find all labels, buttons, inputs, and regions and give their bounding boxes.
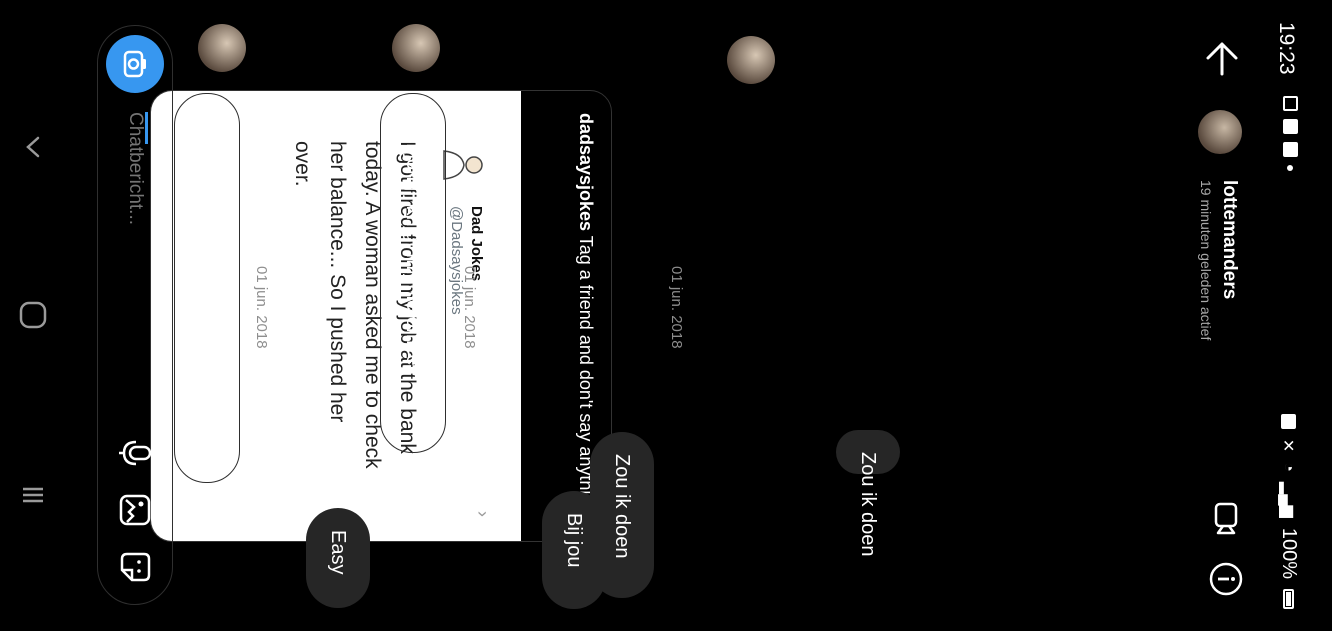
back-nav-icon[interactable] <box>13 132 48 162</box>
more-notifications-dot <box>1287 165 1294 171</box>
status-time: 19:23 <box>1275 22 1298 75</box>
navigation-bar <box>0 0 62 631</box>
notification-icon <box>1283 96 1298 111</box>
message-bubble[interactable]: Achjoh jij krijgt mij nie omver <box>380 93 446 453</box>
back-arrow-icon[interactable] <box>1202 38 1242 78</box>
notification-icon <box>1283 119 1298 134</box>
video-call-icon[interactable] <box>1206 498 1246 538</box>
signal-icon: ▂▄▆ <box>1279 481 1297 518</box>
microphone-icon[interactable] <box>116 434 154 472</box>
chat-username[interactable]: lottemanders <box>1218 180 1240 299</box>
chevron-icon: › <box>473 511 493 517</box>
recents-nav-icon[interactable] <box>13 480 48 510</box>
my-message-bubble[interactable]: Easy <box>306 508 370 608</box>
wifi-icon: ◔ <box>1280 462 1298 472</box>
message-bubble[interactable]: IK ZAT VROEGER ONDER JUDO <box>174 93 240 483</box>
message-timestamp: 01 jun. 2018 <box>668 266 685 349</box>
tweet-avatar <box>442 141 486 189</box>
my-message-bubble[interactable]: Bij jou <box>542 491 606 609</box>
avatar <box>392 24 440 72</box>
gallery-icon[interactable] <box>116 491 154 529</box>
message-composer[interactable] <box>97 25 173 605</box>
notification-icons <box>1283 96 1298 171</box>
home-nav-icon[interactable] <box>13 300 48 330</box>
activity-status: 19 minuten geleden actief <box>1198 180 1214 341</box>
info-icon[interactable] <box>1206 559 1246 599</box>
message-timestamp: 01 jun. 2018 <box>253 266 270 349</box>
avatar[interactable] <box>1198 110 1242 154</box>
mute-icon: ✕ <box>1279 438 1297 453</box>
camera-icon[interactable] <box>106 35 164 93</box>
status-bar: 19:23 ✕ ◔ ▂▄▆ 100% <box>1272 0 1332 631</box>
notification-icon <box>1283 142 1298 157</box>
battery-icon <box>1283 589 1294 609</box>
sticker-icon[interactable] <box>116 548 154 586</box>
my-message-bubble[interactable]: Zou ik doen <box>836 430 900 557</box>
avatar <box>727 36 775 84</box>
avatar <box>198 24 246 72</box>
chat-message-input[interactable] <box>124 112 146 352</box>
nfc-icon <box>1281 413 1296 429</box>
message-timestamp: 01 jun. 2018 <box>461 266 478 349</box>
app-screen: 19:23 ✕ ◔ ▂▄▆ 100% lottemanders 19 minut… <box>0 0 1332 631</box>
battery-level: 100% <box>1278 527 1300 579</box>
system-status-icons: ✕ ◔ ▂▄▆ 100% <box>1277 413 1300 609</box>
caption-username: dadsaysjokes <box>576 113 596 232</box>
